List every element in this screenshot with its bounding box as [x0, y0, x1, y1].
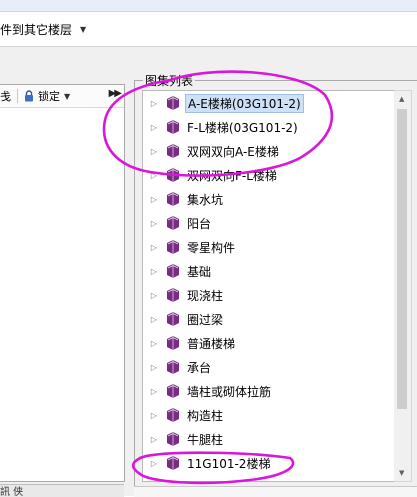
expand-icon[interactable]: ▷	[146, 459, 162, 468]
expand-icon[interactable]: ▷	[146, 411, 162, 420]
tree-item-label[interactable]: A-E楼梯(03G101-2)	[185, 93, 304, 113]
tree-item-label[interactable]: 圈过梁	[185, 310, 225, 329]
expand-icon[interactable]: ▷	[146, 147, 162, 156]
tree-item-label[interactable]: 阳台	[185, 214, 213, 233]
tree-item-label[interactable]: 双网双向F-L楼梯	[185, 166, 279, 185]
book-icon	[167, 96, 179, 110]
book-icon	[167, 384, 179, 398]
expand-icon[interactable]: ▷	[146, 435, 162, 444]
expand-icon[interactable]: ▷	[146, 387, 162, 396]
lock-button-label[interactable]: 锁定	[38, 88, 60, 104]
tree-item-label[interactable]: 现浇柱	[185, 286, 225, 305]
book-icon	[167, 288, 179, 302]
left-panel-toolbar: 戋 锁定 ▼ ▶▶	[0, 85, 124, 108]
tree-item-label[interactable]: 零星构件	[185, 238, 237, 257]
tree-item-label[interactable]: 基础	[185, 262, 213, 281]
tree-item-label[interactable]: 11G101-2楼梯	[185, 454, 272, 473]
tree-item[interactable]: ▷ F-L楼梯(03G101-2)	[142, 116, 392, 138]
tree-item[interactable]: ▷ 集水坑	[142, 188, 392, 210]
atlas-list-title: 图集列表	[143, 72, 196, 89]
tree-item[interactable]: ▷ 零星构件	[142, 236, 392, 258]
tree-item[interactable]: ▷ 墙柱或砌体拉筋	[142, 380, 392, 402]
tree-item[interactable]: ▷ 现浇柱	[142, 284, 392, 306]
overflow-chevron-icon[interactable]: ▶▶	[109, 88, 122, 99]
book-icon	[167, 408, 179, 422]
scroll-up-icon[interactable]: ▲	[399, 95, 404, 103]
chevron-down-icon[interactable]: ▼	[64, 92, 70, 101]
tree-item[interactable]: ▷ 牛腿柱	[142, 428, 392, 450]
expand-icon[interactable]: ▷	[146, 171, 162, 180]
right-bottom-strip	[134, 486, 417, 497]
book-icon	[167, 120, 179, 134]
tree-item[interactable]: ▷ 普通楼梯	[142, 332, 392, 354]
tree-item-label[interactable]: 承台	[185, 358, 213, 377]
tree-item-label[interactable]: 集水坑	[185, 190, 225, 209]
tree-item-label[interactable]: F-L楼梯(03G101-2)	[185, 118, 300, 137]
expand-icon[interactable]: ▷	[146, 123, 162, 132]
book-icon	[167, 432, 179, 446]
book-icon	[167, 192, 179, 206]
tree-item-label[interactable]: 普通楼梯	[185, 334, 237, 353]
scroll-down-icon[interactable]: ▼	[399, 469, 404, 477]
book-icon	[167, 336, 179, 350]
book-icon	[167, 216, 179, 230]
book-icon	[167, 312, 179, 326]
book-icon	[167, 240, 179, 254]
tree-item[interactable]: ▷ A-E楼梯(03G101-2)	[142, 92, 392, 114]
copy-to-floor-label: 件到其它楼层	[0, 23, 73, 37]
book-icon	[167, 144, 179, 158]
expand-icon[interactable]: ▷	[146, 291, 162, 300]
vertical-scrollbar[interactable]: ▲ ▼	[394, 90, 412, 482]
expand-icon[interactable]: ▷	[146, 315, 162, 324]
expand-icon[interactable]: ▷	[146, 267, 162, 276]
chevron-down-icon: ▼	[80, 25, 87, 34]
left-panel: 戋 锁定 ▼ ▶▶	[0, 84, 125, 482]
tree-item[interactable]: ▷ 基础	[142, 260, 392, 282]
tree-item[interactable]: ▷ 双网双向A-E楼梯	[142, 140, 392, 162]
tree-item-label[interactable]: 墙柱或砌体拉筋	[185, 382, 273, 401]
tree-item[interactable]: ▷ 阳台	[142, 212, 392, 234]
expand-icon[interactable]: ▷	[146, 243, 162, 252]
left-bottom-panel: 訊 侠	[0, 484, 124, 497]
expand-icon[interactable]: ▷	[146, 99, 162, 108]
expand-icon[interactable]: ▷	[146, 219, 162, 228]
book-icon	[167, 168, 179, 182]
lock-icon[interactable]	[24, 90, 34, 102]
toolbar: 件到其它楼层 ▼	[0, 12, 417, 47]
tree-item[interactable]: ▷ 11G101-2楼梯	[142, 452, 392, 474]
tree-item-label[interactable]: 牛腿柱	[185, 430, 225, 449]
tree-item[interactable]: ▷ 承台	[142, 356, 392, 378]
title-strip	[0, 0, 417, 12]
expand-icon[interactable]: ▷	[146, 195, 162, 204]
scrollbar-thumb[interactable]	[397, 109, 407, 409]
tree-item-label[interactable]: 双网双向A-E楼梯	[185, 142, 281, 161]
tree-item-label[interactable]: 构造柱	[185, 406, 225, 425]
toolbar-divider	[17, 89, 18, 103]
book-icon	[167, 264, 179, 278]
tree-item[interactable]: ▷ 构造柱	[142, 404, 392, 426]
book-icon	[167, 360, 179, 374]
book-icon	[167, 456, 179, 470]
expand-icon[interactable]: ▷	[146, 363, 162, 372]
copy-to-floor-button[interactable]: 件到其它楼层 ▼	[0, 21, 86, 38]
tree-item[interactable]: ▷ 双网双向F-L楼梯	[142, 164, 392, 186]
truncated-toolbar-button[interactable]: 戋	[0, 88, 11, 104]
expand-icon[interactable]: ▷	[146, 339, 162, 348]
tree-item[interactable]: ▷ 圈过梁	[142, 308, 392, 330]
